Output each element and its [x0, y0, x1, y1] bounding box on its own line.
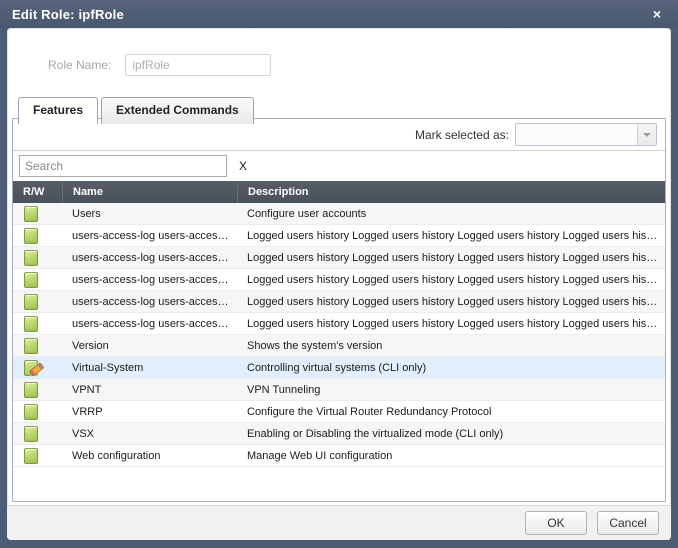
table-row[interactable]: VersionShows the system's version [13, 335, 665, 357]
feature-description: Logged users history Logged users histor… [237, 230, 665, 242]
feature-description: Controlling virtual systems (CLI only) [237, 362, 665, 374]
feature-name: users-access-log users-access-... [62, 252, 237, 264]
cancel-button[interactable]: Cancel [597, 511, 659, 535]
feature-name: Users [62, 208, 237, 220]
table-row[interactable]: VRRPConfigure the Virtual Router Redunda… [13, 401, 665, 423]
feature-book-icon [24, 338, 38, 354]
feature-description: VPN Tunneling [237, 384, 665, 396]
feature-name: users-access-log users-access-... [62, 318, 237, 330]
feature-name: VSX [62, 428, 237, 440]
read-write-pencil-icon [24, 360, 38, 376]
feature-description: Enabling or Disabling the virtualized mo… [237, 428, 665, 440]
feature-description: Configure the Virtual Router Redundancy … [237, 406, 665, 418]
table-row[interactable]: VSXEnabling or Disabling the virtualized… [13, 423, 665, 445]
tab-extended-commands[interactable]: Extended Commands [101, 97, 254, 124]
feature-book-icon [24, 382, 38, 398]
feature-description: Logged users history Logged users histor… [237, 296, 665, 308]
feature-name: users-access-log users-access-... [62, 274, 237, 286]
table-row[interactable]: users-access-log users-access-...Logged … [13, 269, 665, 291]
feature-name: Version [62, 340, 237, 352]
dialog-footer: OK Cancel [7, 505, 671, 540]
feature-book-icon [24, 228, 38, 244]
feature-description: Logged users history Logged users histor… [237, 318, 665, 330]
feature-description: Shows the system's version [237, 340, 665, 352]
role-name-input[interactable] [125, 54, 271, 76]
search-bar: X [13, 151, 665, 181]
mark-selected-dropdown[interactable] [515, 123, 657, 146]
mark-selected-label: Mark selected as: [415, 128, 509, 142]
feature-book-icon [24, 250, 38, 266]
feature-name: users-access-log users-access-... [62, 230, 237, 242]
feature-book-icon [24, 206, 38, 222]
feature-book-icon [24, 448, 38, 464]
feature-book-icon [24, 426, 38, 442]
table-body: UsersConfigure user accountsusers-access… [13, 203, 665, 501]
feature-description: Logged users history Logged users histor… [237, 274, 665, 286]
column-header-description[interactable]: Description [237, 181, 665, 203]
dialog-body: Role Name: Features Extended Commands Ma… [7, 28, 671, 540]
rw-cell [13, 294, 62, 310]
rw-cell [13, 382, 62, 398]
grid-header: R/W Name Description [13, 181, 665, 203]
feature-description: Logged users history Logged users histor… [237, 252, 665, 264]
table-row[interactable]: UsersConfigure user accounts [13, 203, 665, 225]
role-name-label: Role Name: [48, 58, 111, 72]
rw-cell [13, 360, 62, 376]
table-row[interactable]: VPNTVPN Tunneling [13, 379, 665, 401]
clear-search-button[interactable]: X [239, 159, 247, 173]
dialog-title: Edit Role: ipfRole [12, 7, 650, 22]
column-header-name[interactable]: Name [62, 181, 237, 203]
feature-book-icon [24, 294, 38, 310]
dialog-titlebar: Edit Role: ipfRole × [0, 0, 678, 28]
feature-name: VPNT [62, 384, 237, 396]
rw-cell [13, 272, 62, 288]
chevron-down-icon [643, 133, 651, 137]
feature-description: Manage Web UI configuration [237, 450, 665, 462]
rw-cell [13, 206, 62, 222]
table-row[interactable]: users-access-log users-access-...Logged … [13, 247, 665, 269]
rw-cell [13, 426, 62, 442]
table-row[interactable]: users-access-log users-access-...Logged … [13, 225, 665, 247]
table-row[interactable]: users-access-log users-access-...Logged … [13, 291, 665, 313]
role-name-row: Role Name: [48, 54, 271, 76]
table-row[interactable]: Web configurationManage Web UI configura… [13, 445, 665, 467]
search-input[interactable] [19, 155, 227, 177]
ok-button[interactable]: OK [525, 511, 587, 535]
rw-cell [13, 404, 62, 420]
feature-name: Virtual-System [62, 362, 237, 374]
rw-cell [13, 250, 62, 266]
tab-bar: Features Extended Commands [18, 96, 257, 123]
feature-book-icon [24, 316, 38, 332]
table-row[interactable]: Virtual-SystemControlling virtual system… [13, 357, 665, 379]
features-panel: Mark selected as: X R/W Name Description… [12, 118, 666, 502]
rw-cell [13, 338, 62, 354]
feature-book-icon [24, 272, 38, 288]
feature-name: VRRP [62, 406, 237, 418]
close-icon[interactable]: × [650, 5, 664, 23]
rw-cell [13, 448, 62, 464]
column-header-rw[interactable]: R/W [13, 181, 62, 203]
dropdown-trigger[interactable] [637, 124, 656, 145]
tab-features[interactable]: Features [18, 97, 98, 124]
feature-book-icon [24, 404, 38, 420]
feature-name: Web configuration [62, 450, 237, 462]
features-grid: R/W Name Description UsersConfigure user… [13, 181, 665, 501]
table-row[interactable]: users-access-log users-access-...Logged … [13, 313, 665, 335]
rw-cell [13, 228, 62, 244]
feature-name: users-access-log users-access-... [62, 296, 237, 308]
feature-description: Configure user accounts [237, 208, 665, 220]
rw-cell [13, 316, 62, 332]
